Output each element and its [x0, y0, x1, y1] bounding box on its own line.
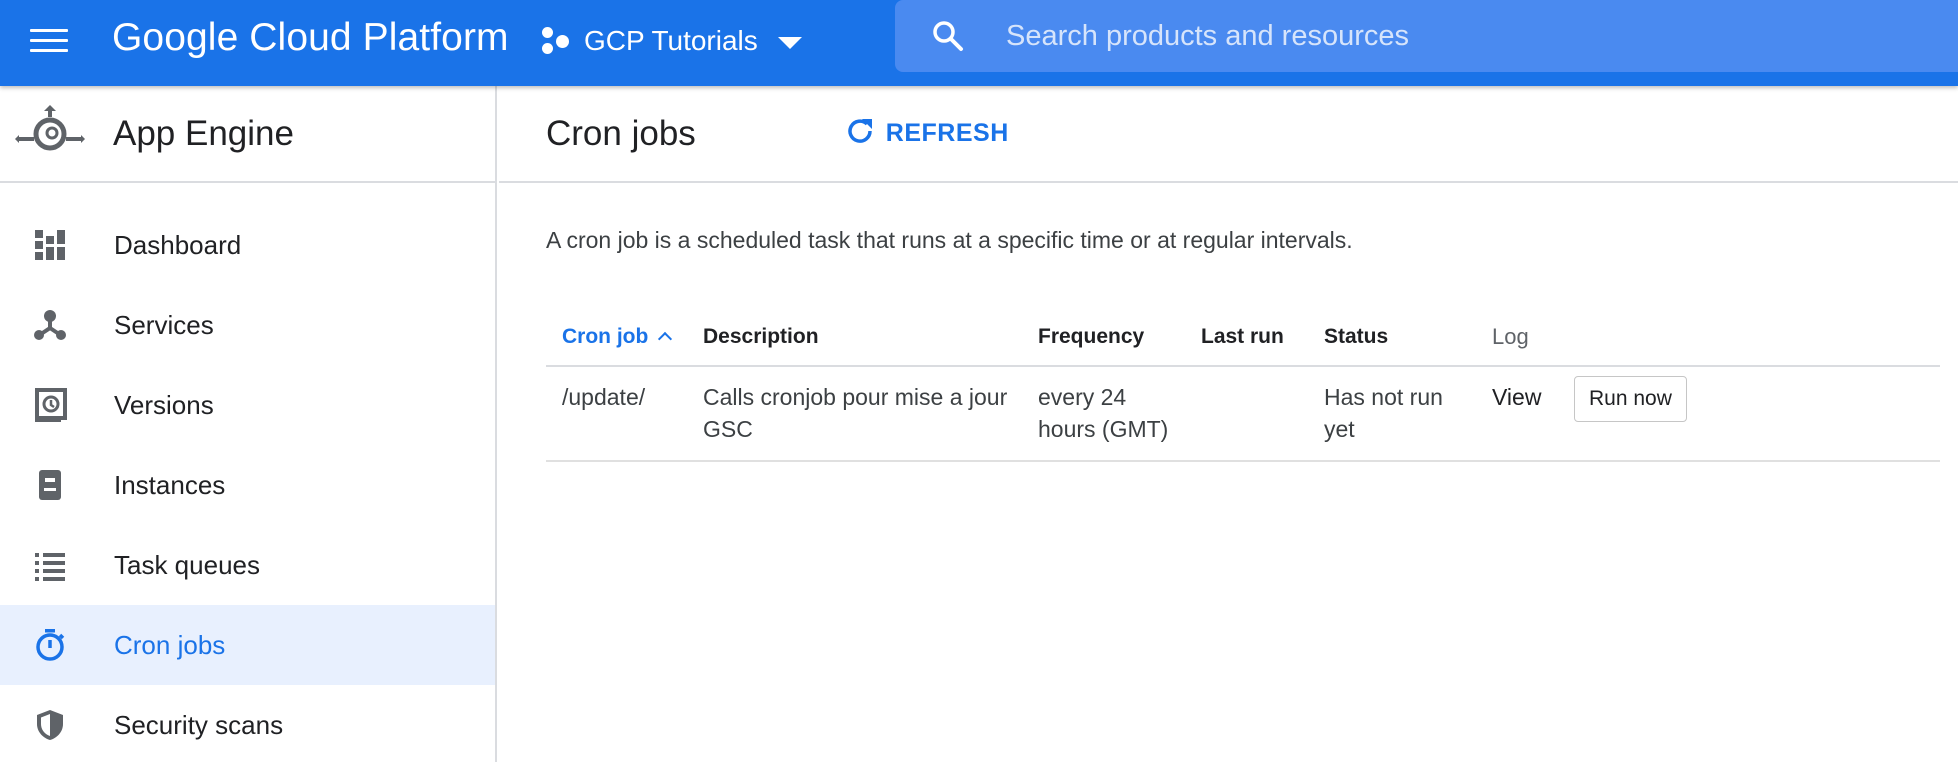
- run-now-button[interactable]: Run now: [1574, 376, 1687, 422]
- project-selector[interactable]: GCP Tutorials: [540, 19, 802, 63]
- search-input[interactable]: [1006, 19, 1906, 53]
- view-log-link[interactable]: View: [1476, 366, 1558, 462]
- project-name: GCP Tutorials: [584, 25, 758, 56]
- sidebar: App Engine Dashboard Services Versions I…: [0, 86, 497, 762]
- sidebar-nav: Dashboard Services Versions Instances Ta…: [0, 183, 495, 765]
- sidebar-item-versions[interactable]: Versions: [0, 365, 495, 445]
- sidebar-item-cron-jobs[interactable]: Cron jobs: [0, 605, 495, 685]
- column-header-status: Status: [1308, 308, 1476, 367]
- security-scans-icon: [32, 707, 68, 743]
- sort-ascending-icon: [658, 331, 673, 346]
- page-header: Cron jobs REFRESH: [499, 86, 1958, 183]
- refresh-label: REFRESH: [885, 119, 1009, 147]
- dropdown-arrow-icon: [777, 37, 802, 49]
- column-header-cron-job[interactable]: Cron job: [546, 308, 687, 367]
- app-engine-logo-icon: [15, 99, 85, 169]
- column-header-actions: [1558, 308, 1940, 367]
- versions-icon: [32, 387, 68, 423]
- task-queues-icon: [32, 547, 68, 583]
- table-header-row: Cron job Description Frequency Last run …: [546, 308, 1940, 367]
- sidebar-item-security-scans[interactable]: Security scans: [0, 685, 495, 765]
- dashboard-icon: [32, 227, 68, 263]
- refresh-icon: [844, 115, 876, 152]
- cron-jobs-icon: [32, 627, 68, 663]
- cell-description: Calls cronjob pour mise a jour GSC: [687, 366, 1022, 462]
- sidebar-item-task-queues[interactable]: Task queues: [0, 525, 495, 605]
- brand-title[interactable]: Google Cloud Platform: [112, 16, 509, 60]
- intro-text: A cron job is a scheduled task that runs…: [546, 227, 1353, 253]
- product-header: App Engine: [0, 86, 495, 183]
- instances-icon: [32, 467, 68, 503]
- sidebar-item-label: Cron jobs: [114, 629, 226, 660]
- top-bar: Google Cloud Platform GCP Tutorials: [0, 0, 1958, 86]
- sidebar-item-label: Task queues: [114, 549, 260, 580]
- cell-status: Has not run yet: [1308, 366, 1476, 462]
- column-header-label: Cron job: [562, 324, 649, 348]
- cron-jobs-table: Cron job Description Frequency Last run …: [546, 308, 1940, 462]
- cell-frequency: every 24 hours (GMT): [1022, 366, 1185, 462]
- sidebar-item-instances[interactable]: Instances: [0, 445, 495, 525]
- column-header-frequency: Frequency: [1022, 308, 1185, 367]
- table-row: /update/ Calls cronjob pour mise a jour …: [546, 366, 1940, 462]
- search-icon: [930, 18, 966, 54]
- cell-cron-job: /update/: [546, 366, 687, 462]
- project-icon: [540, 25, 572, 57]
- services-icon: [32, 307, 68, 343]
- column-header-description: Description: [687, 308, 1022, 367]
- sidebar-item-dashboard[interactable]: Dashboard: [0, 205, 495, 285]
- column-header-log: Log: [1476, 308, 1558, 367]
- sidebar-item-label: Instances: [114, 469, 226, 500]
- main-menu-icon[interactable]: [30, 27, 68, 55]
- sidebar-item-label: Versions: [114, 389, 214, 420]
- cell-last-run: [1185, 366, 1308, 462]
- sidebar-item-services[interactable]: Services: [0, 285, 495, 365]
- main-content: Cron jobs REFRESH A cron job is a schedu…: [499, 86, 1958, 762]
- sidebar-item-label: Services: [114, 309, 214, 340]
- page-title: Cron jobs: [546, 113, 696, 153]
- sidebar-item-label: Security scans: [114, 709, 284, 740]
- cell-actions: Run now: [1558, 366, 1940, 462]
- product-title: App Engine: [113, 113, 294, 153]
- column-header-last-run: Last run: [1185, 308, 1308, 367]
- sidebar-item-label: Dashboard: [114, 229, 242, 260]
- search-bar[interactable]: [895, 0, 1958, 72]
- refresh-button[interactable]: REFRESH: [844, 115, 1009, 152]
